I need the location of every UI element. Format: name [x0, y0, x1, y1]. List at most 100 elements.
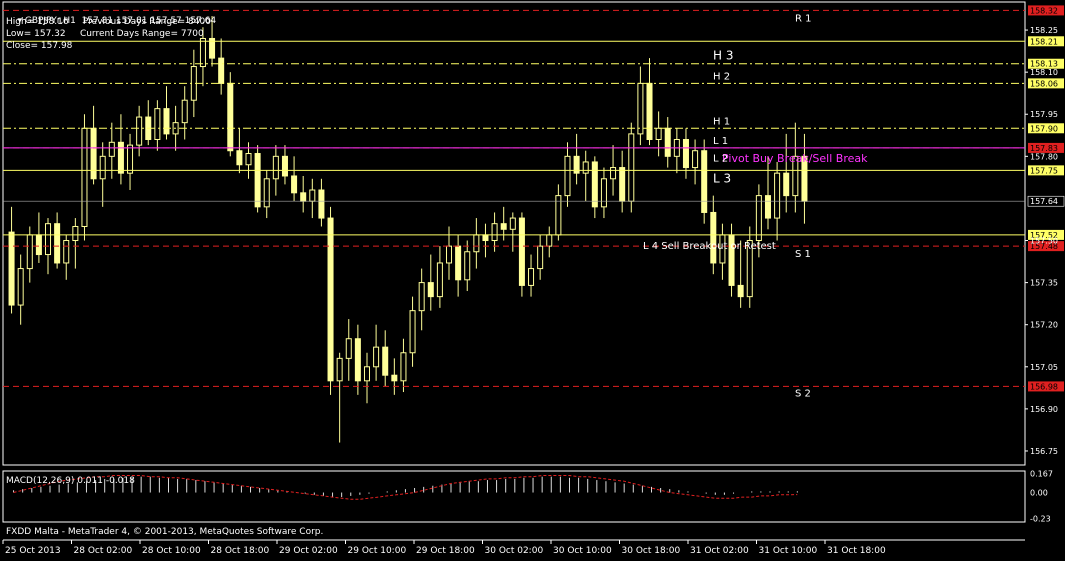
candle-body: [646, 82, 653, 140]
y-tick-label: 156.90: [1030, 405, 1058, 414]
candle-body: [373, 346, 380, 368]
level-label: R 1: [795, 13, 812, 24]
level-price-label: 158.06: [1030, 79, 1058, 88]
candle-body: [628, 133, 635, 202]
candle-body: [610, 167, 617, 180]
candle-body: [117, 141, 124, 174]
y-tick-label: 157.35: [1030, 279, 1058, 288]
candle-body: [418, 282, 425, 312]
candle-body: [692, 150, 699, 169]
level-label: L 3: [713, 171, 731, 185]
candle-body: [546, 234, 553, 247]
candle-body: [655, 127, 662, 140]
prev-range-text: Previous Days Range= 8400: [82, 17, 211, 27]
x-tick-label: 29 Oct 10:00: [348, 546, 407, 556]
candle-body: [455, 245, 462, 281]
candle-body: [45, 223, 52, 256]
candle-body: [537, 245, 544, 270]
candle-body: [427, 282, 434, 298]
level-price-label: 156.98: [1030, 382, 1058, 391]
y-tick-label: 156.75: [1030, 447, 1058, 456]
x-tick-label: 31 Oct 10:00: [759, 546, 818, 556]
main-panel-frame: [2, 1, 1026, 466]
candle-body: [327, 217, 334, 382]
candle-body: [17, 268, 24, 306]
x-tick-label: 28 Oct 02:00: [74, 546, 133, 556]
low-text: Low= 157.32: [6, 29, 66, 39]
y-tick-label: 157.95: [1030, 110, 1058, 119]
candle-body: [446, 245, 453, 264]
candle-body: [281, 155, 288, 177]
candle-body: [600, 178, 607, 208]
close-text: Close= 157.98: [6, 41, 73, 51]
candle-body: [136, 116, 143, 146]
candle-body: [409, 310, 416, 354]
x-tick-label: 31 Oct 02:00: [690, 546, 749, 556]
candle-body: [464, 251, 471, 281]
macd-y-tick-label: 0.00: [1030, 489, 1048, 498]
candle-body: [309, 189, 316, 202]
candle-body: [81, 127, 88, 227]
candle-body: [263, 178, 270, 208]
level-label: Pivot Buy Break/Sell Break: [722, 152, 868, 165]
candle-body: [755, 195, 762, 242]
candle-body: [63, 240, 70, 264]
level-label: H 2: [713, 71, 730, 82]
x-tick-label: 28 Oct 18:00: [211, 546, 270, 556]
level-price-label: 158.32: [1030, 6, 1058, 15]
candle-body: [26, 234, 33, 270]
y-tick-label: 157.50: [1030, 237, 1058, 246]
y-tick-label: 157.20: [1030, 321, 1058, 330]
level-price-label: 158.21: [1030, 37, 1058, 46]
candle-body: [254, 153, 261, 208]
candle-body: [99, 155, 106, 180]
low-line: Low= 157.32 Current Days Range= 7700: [6, 29, 204, 40]
candle-body: [154, 108, 161, 140]
footer-copyright: FXDD Malta - MetaTrader 4, © 2001-2013, …: [6, 527, 324, 537]
candle-body: [345, 338, 352, 359]
candle-body: [473, 234, 480, 253]
level-label: S 2: [795, 388, 811, 399]
candle-body: [218, 57, 225, 84]
candle-body: [391, 374, 398, 382]
x-tick-label: 29 Oct 02:00: [279, 546, 338, 556]
candle-body: [8, 231, 15, 306]
candle-body: [54, 223, 61, 264]
candle-body: [528, 268, 535, 286]
candle-body: [72, 225, 79, 242]
chart-window: 158.32 R 1 158.21 158.13 H 3 158.06 H 2 157.90 H…: [0, 0, 1065, 557]
candle-body: [637, 82, 644, 135]
candle-body: [774, 172, 781, 219]
candle-body: [354, 338, 361, 382]
candle-body: [619, 167, 626, 202]
x-tick-label: 30 Oct 02:00: [485, 546, 544, 556]
candle-body: [491, 223, 498, 242]
curr-range-text: Current Days Range= 7700: [79, 29, 204, 39]
macd-y-tick-label: -0.23: [1030, 515, 1051, 524]
level-label: H 3: [713, 49, 733, 63]
candle-body: [236, 150, 243, 166]
level-label: H 1: [713, 116, 730, 127]
candle-body: [482, 234, 489, 242]
candle-body: [382, 346, 389, 376]
price-chart: 158.32R 1158.21158.13H 3158.06H 2157.90H…: [2, 1, 1065, 556]
level-price-label: 157.90: [1030, 124, 1058, 133]
candle-body: [300, 192, 307, 202]
level-label: S 1: [795, 249, 811, 260]
candle-body: [291, 175, 298, 194]
candle-body: [400, 352, 407, 382]
candle-body: [564, 155, 571, 197]
candle-body: [591, 161, 598, 208]
candle-body: [710, 211, 717, 264]
y-tick-label: 157.05: [1030, 363, 1058, 372]
candle-body: [163, 108, 170, 135]
x-tick-label: 30 Oct 10:00: [553, 546, 612, 556]
high-line: High= 158.16 Previous Days Range= 8400: [6, 17, 211, 28]
level-label: L 4 Sell Breakout or Retest: [643, 241, 776, 252]
level-price-label: 157.75: [1030, 166, 1058, 175]
level-label: L 1: [713, 136, 728, 147]
candle-body: [737, 284, 744, 298]
candle-body: [518, 217, 525, 286]
current-price-label: 157.64: [1030, 197, 1058, 206]
candle-body: [783, 172, 790, 197]
